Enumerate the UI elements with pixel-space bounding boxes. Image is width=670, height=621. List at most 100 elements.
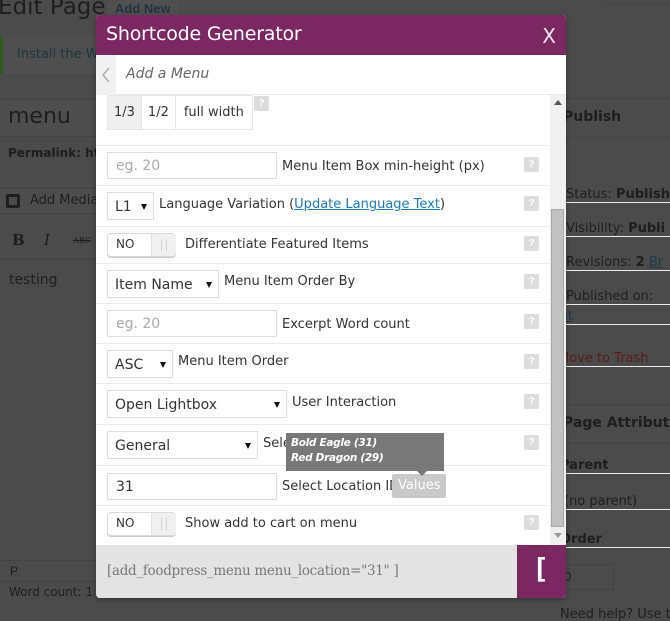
add-new-button[interactable]: Add New (107, 0, 179, 16)
excerpt-input[interactable] (107, 310, 277, 337)
dropdown-arrow-icon (206, 282, 212, 288)
width-option-full[interactable]: full width (175, 96, 252, 129)
help-icon[interactable]: ? (524, 236, 539, 251)
excerpt-row: Excerpt Word count ? (96, 304, 550, 344)
modal-subheader: Add a Menu (96, 55, 566, 95)
scroll-up-arrow-icon[interactable] (554, 100, 562, 105)
tooltip-item: Bold Eagle (31) (291, 437, 377, 449)
add-media-label: Add Media (30, 193, 99, 208)
revisions-row: Revisions: 2 Br (566, 255, 670, 271)
menu-type-select[interactable]: General (107, 431, 258, 459)
shortcode-footer: [add_foodpress_menu menu_location="31" ]… (96, 545, 566, 598)
width-selector: 1/3 1/2 full width (107, 95, 253, 130)
help-icon[interactable]: ? (524, 435, 539, 450)
toggle-handle-icon (151, 234, 176, 256)
admin-notice: Install the Wo (0, 36, 110, 74)
dropdown-arrow-icon (160, 362, 166, 368)
dropdown-arrow-icon (245, 443, 251, 449)
interaction-select[interactable]: Open Lightbox (107, 390, 287, 418)
add-to-cart-row: NO Show add to cart on menu ? (96, 506, 550, 545)
editor-content[interactable]: testing (9, 272, 58, 288)
browse-revisions-link[interactable]: Br (649, 255, 663, 270)
width-option-half[interactable]: 1/2 (141, 96, 176, 129)
help-icon[interactable]: ? (254, 96, 269, 111)
min-height-row: Menu Item Box min-height (px) ? (96, 146, 550, 186)
help-icon[interactable]: ? (524, 354, 539, 369)
interaction-label: User Interaction (292, 395, 397, 410)
order-input[interactable]: 0 (560, 564, 614, 590)
status-row: Status: Publish (566, 187, 670, 203)
publish-title: Publish (563, 109, 622, 125)
section-title: Add a Menu (126, 66, 210, 82)
screen-options-tab[interactable] (602, 0, 670, 4)
italic-button[interactable]: I (44, 231, 50, 249)
order-label: Order (560, 532, 670, 548)
visibility-row: Visibility: Publi (566, 221, 670, 237)
scrollbar[interactable] (550, 95, 566, 545)
interaction-row: Open Lightbox User Interaction ? (96, 384, 550, 425)
order-by-row: Item Name Menu Item Order By ? (96, 264, 550, 304)
help-icon[interactable]: ? (524, 196, 539, 211)
back-button[interactable] (96, 55, 116, 95)
help-icon[interactable]: ? (524, 157, 539, 172)
min-height-input[interactable] (107, 152, 277, 179)
dropdown-arrow-icon (274, 402, 280, 408)
scroll-down-arrow-icon[interactable] (554, 533, 562, 538)
word-count: Word count: 1 (9, 585, 94, 599)
excerpt-label: Excerpt Word count (282, 317, 410, 332)
order-row: ASC Menu Item Order ? (96, 344, 550, 384)
language-label: Language Variation (Update Language Text… (159, 197, 446, 212)
page-title: Edit Page (0, 0, 106, 20)
chevron-left-icon (102, 67, 110, 83)
help-text: Need help? Use th (560, 607, 670, 621)
toggle-handle-icon (151, 513, 176, 535)
bold-button[interactable]: B (12, 231, 25, 249)
order-by-label: Menu Item Order By (224, 274, 356, 289)
move-to-trash-link[interactable]: Move to Trash (558, 351, 670, 367)
order-by-select[interactable]: Item Name (107, 270, 219, 298)
post-title-value: menu (8, 104, 71, 129)
shortcode-output[interactable]: [add_foodpress_menu menu_location="31" ] (107, 563, 399, 579)
language-row: L1 Language Variation (Update Language T… (96, 186, 550, 227)
add-to-cart-label: Show add to cart on menu (185, 516, 358, 531)
width-option-one-third[interactable]: 1/3 (108, 96, 142, 129)
dropdown-arrow-icon (141, 204, 147, 210)
differentiate-label: Differentiate Featured Items (185, 237, 369, 252)
help-icon[interactable]: ? (524, 314, 539, 329)
edit-date-link[interactable]: dit (556, 309, 670, 325)
differentiate-toggle[interactable]: NO (107, 233, 176, 257)
add-media-button[interactable]: Add Media (0, 188, 110, 214)
location-row: Select Location ID Values (96, 466, 550, 506)
editor-toolbar: B I ABC (0, 222, 110, 260)
modal-content: 1/3 1/2 full width ? Menu Item Box min-h… (96, 95, 566, 545)
insert-shortcode-button[interactable]: [ ] (517, 545, 566, 598)
post-title-input[interactable]: menu (0, 99, 110, 137)
help-icon[interactable]: ? (524, 515, 539, 530)
order-select[interactable]: ASC (107, 350, 173, 378)
order-label: Menu Item Order (178, 354, 289, 369)
page-attributes-title: Page Attributes (563, 415, 670, 431)
modal-header: Shortcode Generator X (96, 15, 566, 55)
parent-select[interactable]: (no parent) (564, 494, 670, 510)
values-button[interactable]: Values (392, 474, 447, 498)
location-id-input[interactable] (107, 473, 277, 500)
language-select[interactable]: L1 (107, 192, 154, 220)
permalink-label: Permalink: htt (8, 146, 106, 160)
strikethrough-button[interactable]: ABC (73, 236, 91, 245)
published-on-row: Published on: (566, 289, 670, 305)
location-label: Select Location ID (282, 479, 400, 494)
min-height-label: Menu Item Box min-height (px) (282, 159, 485, 174)
update-language-text-link[interactable]: Update Language Text (294, 197, 440, 212)
add-to-cart-toggle[interactable]: NO (107, 512, 176, 536)
close-button[interactable]: X (542, 24, 556, 48)
scrollbar-thumb[interactable] (551, 209, 564, 527)
help-icon[interactable]: ? (524, 394, 539, 409)
notice-text: Install the Wo (17, 47, 106, 62)
publish-box-header[interactable]: Publish (556, 98, 670, 138)
help-icon[interactable]: ? (524, 274, 539, 289)
page-attributes-header[interactable]: Page Attributes (556, 404, 670, 444)
path-value: P (10, 564, 19, 578)
media-icon (6, 194, 20, 208)
modal-title: Shortcode Generator (106, 23, 302, 45)
parent-label: Parent (560, 458, 670, 474)
